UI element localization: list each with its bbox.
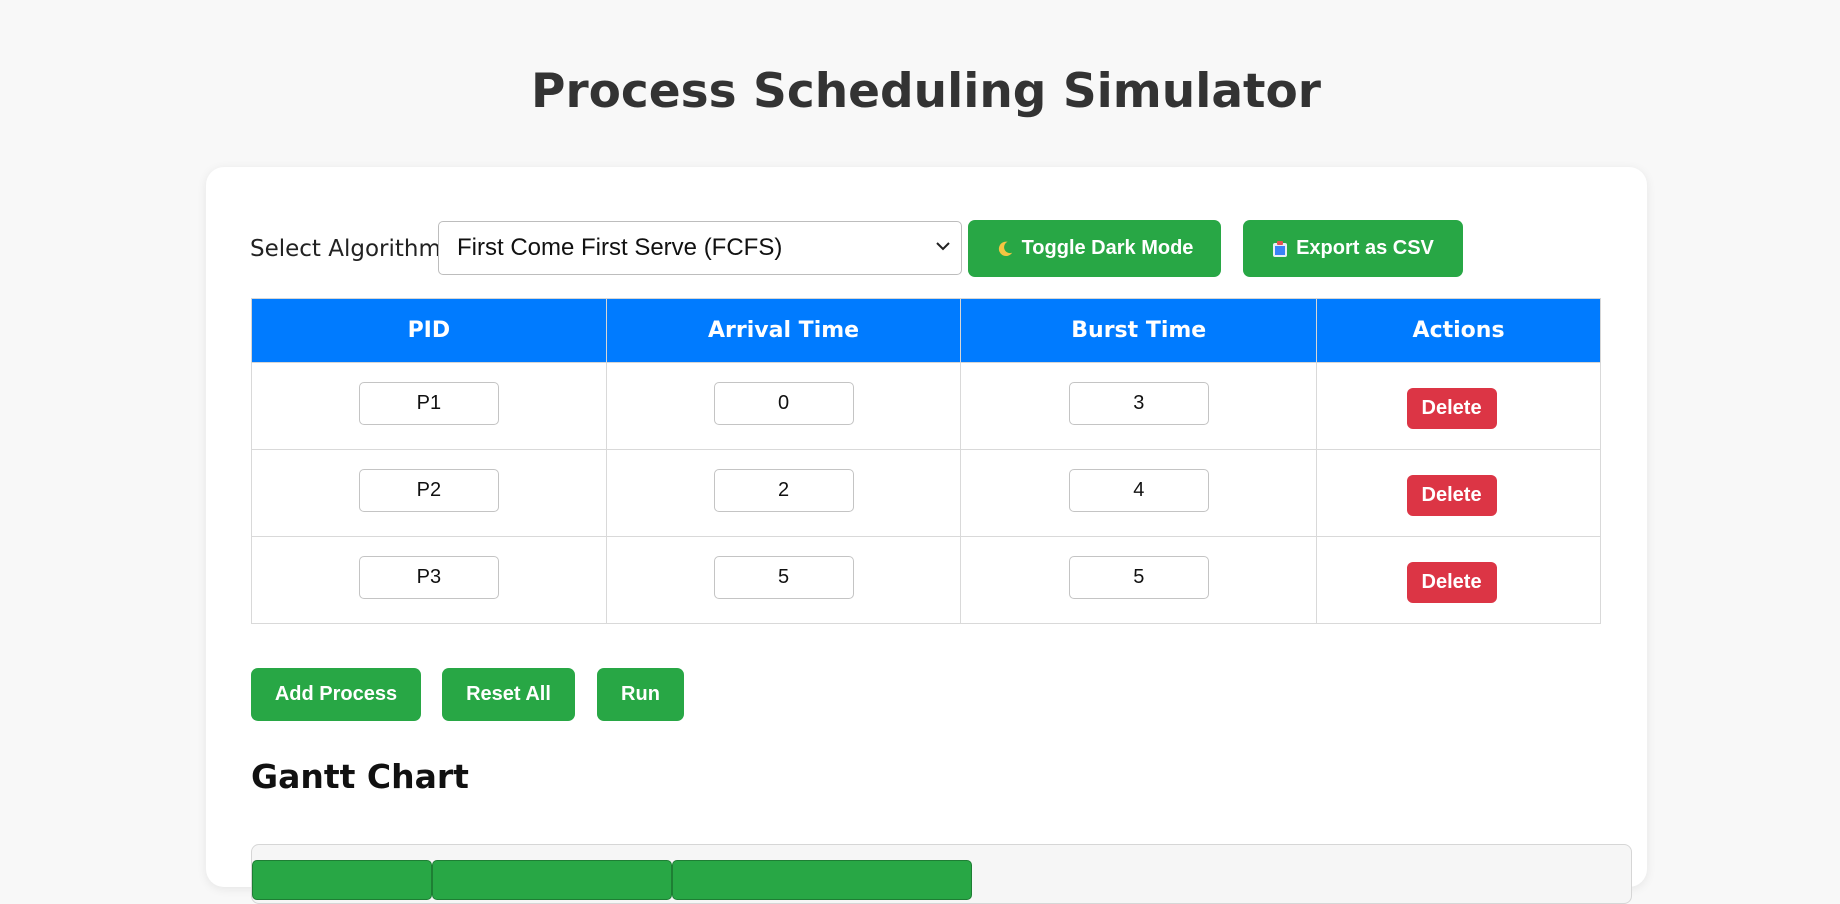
table-row: P3 5 5 Delete (251, 536, 1601, 624)
algorithm-label: Select Algorithm: (250, 235, 449, 262)
delete-button[interactable]: Delete (1406, 562, 1497, 603)
gantt-block-p3 (672, 860, 972, 900)
export-csv-button[interactable]: Export as CSV (1243, 220, 1463, 277)
add-process-button[interactable]: Add Process (251, 668, 421, 721)
toggle-dark-mode-button[interactable]: Toggle Dark Mode (968, 220, 1221, 277)
header-burst-time: Burst Time (960, 298, 1318, 363)
chevron-down-icon (936, 242, 950, 251)
delete-button[interactable]: Delete (1406, 475, 1497, 516)
gantt-chart-title: Gantt Chart (251, 757, 469, 796)
clipboard-icon (1272, 240, 1288, 258)
pid-input[interactable]: P1 (358, 382, 499, 425)
arrival-time-input[interactable]: 5 (713, 556, 854, 599)
delete-button[interactable]: Delete (1406, 388, 1497, 429)
pid-input[interactable]: P2 (358, 469, 499, 512)
algorithm-select-value: First Come First Serve (FCFS) (457, 234, 783, 261)
gantt-block-p2 (432, 860, 672, 900)
table-header-row: PID Arrival Time Burst Time Actions (251, 298, 1601, 363)
table-row: P1 0 3 Delete (251, 362, 1601, 450)
toggle-dark-mode-label: Toggle Dark Mode (1021, 237, 1194, 259)
header-actions: Actions (1316, 298, 1601, 363)
pid-input[interactable]: P3 (358, 556, 499, 599)
arrival-time-input[interactable]: 2 (713, 469, 854, 512)
moon-icon (996, 240, 1014, 258)
page-title: Process Scheduling Simulator (531, 64, 1321, 119)
burst-time-input[interactable]: 4 (1068, 469, 1209, 512)
process-table: PID Arrival Time Burst Time Actions P1 0… (251, 298, 1601, 624)
header-pid: PID (251, 298, 607, 363)
run-button[interactable]: Run (597, 668, 684, 721)
arrival-time-input[interactable]: 0 (713, 382, 854, 425)
algorithm-select[interactable]: First Come First Serve (FCFS) (438, 221, 962, 275)
gantt-block-p1 (252, 860, 432, 900)
burst-time-input[interactable]: 5 (1068, 556, 1209, 599)
export-csv-label: Export as CSV (1296, 237, 1434, 259)
header-arrival-time: Arrival Time (605, 298, 962, 363)
table-row: P2 2 4 Delete (251, 449, 1601, 537)
burst-time-input[interactable]: 3 (1068, 382, 1209, 425)
reset-all-button[interactable]: Reset All (442, 668, 575, 721)
algorithm-controls: Select Algorithm: (250, 219, 455, 278)
